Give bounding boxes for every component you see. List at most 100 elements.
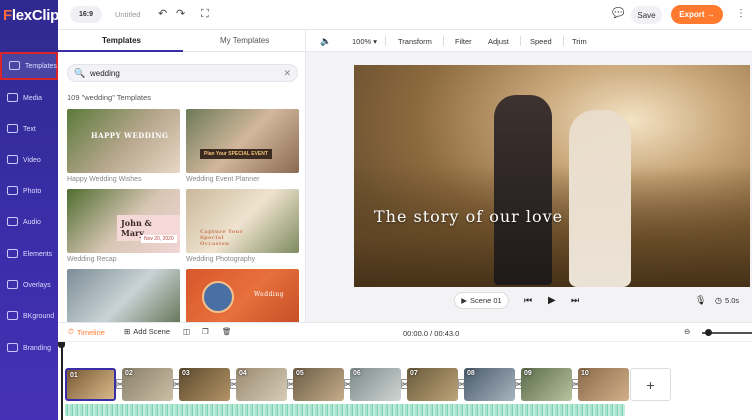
templates-panel: Templates My Templates 🔍 wedding ✕ 109 "… (58, 30, 306, 333)
timeline-clip[interactable]: 07 (407, 368, 458, 401)
result-count: 109 "wedding" Templates (67, 93, 151, 102)
clear-icon[interactable]: ✕ (283, 68, 291, 79)
add-scene-button[interactable]: ⊞ Add Scene (124, 327, 170, 336)
elements-icon (7, 248, 18, 258)
timeline-clip[interactable]: 08 (464, 368, 515, 401)
media-icon (7, 92, 18, 102)
video-preview[interactable]: The story of our love (354, 65, 750, 287)
sidebar-item-row: Video (7, 154, 41, 166)
timeline-track: 01 ⋈ 02 ⋈ 03 ⋈ 04 ⋈ 05 ⋈ 06 ⋈ 07 ⋈ 08 ⋈ 09 ⋈ 10 + (58, 342, 752, 420)
template-thumbnail[interactable]: John & Mary Nov 20, 2020 (67, 189, 180, 253)
sidebar-item-bkground[interactable]: BKground (0, 302, 58, 330)
divider (520, 36, 521, 46)
timeline-clip[interactable]: 01 (65, 368, 116, 401)
timeline-clip[interactable]: 03 (179, 368, 230, 401)
clip-number: 06 (353, 370, 361, 377)
divider (563, 36, 564, 46)
sidebar-item-label: Text (23, 125, 36, 133)
timeline-clip[interactable]: 06 (350, 368, 401, 401)
search-input[interactable]: 🔍 wedding ✕ (67, 64, 298, 82)
sidebar-item-media[interactable]: Media (0, 84, 58, 112)
clip-number: 02 (125, 370, 133, 377)
export-button[interactable]: Export → (671, 5, 723, 24)
split-icon[interactable]: ◫ (183, 327, 190, 336)
playhead[interactable] (61, 342, 63, 420)
add-scene-icon: ⊞ (124, 327, 131, 336)
play-icon[interactable]: ▶ (548, 295, 556, 306)
app-logo: FlexClip (3, 7, 59, 24)
fullscreen-icon[interactable]: ⛶ (201, 8, 209, 20)
undo-icon[interactable]: ↶ (158, 8, 167, 20)
tab-templates[interactable]: Templates (102, 36, 141, 45)
tool-trim[interactable]: Trim (572, 37, 587, 46)
redo-icon[interactable]: ↷ (176, 8, 185, 20)
sidebar-item-video[interactable]: Video (0, 146, 58, 174)
tool-transform[interactable]: Transform (398, 37, 432, 46)
sidebar-item-templates[interactable]: Templates (0, 52, 58, 80)
divider (385, 36, 386, 46)
layers-icon (9, 60, 20, 70)
timeline-toggle[interactable]: ⏱ Timeline (68, 327, 105, 337)
sidebar-item-label: Branding (23, 344, 52, 352)
timeline-clip[interactable]: 04 (236, 368, 287, 401)
audio-waveform-track[interactable] (65, 404, 625, 416)
microphone-icon[interactable]: 🎙 (695, 295, 706, 306)
sidebar-item-overlays[interactable]: Overlays (0, 271, 58, 299)
sidebar-item-row: Media (7, 92, 42, 104)
tool-speed[interactable]: Speed (530, 37, 552, 46)
sidebar-item-row: Branding (7, 342, 52, 354)
clip-number: 03 (182, 370, 190, 377)
volume-icon[interactable]: 🔈 (320, 36, 331, 47)
timeline-clip[interactable]: 05 (293, 368, 344, 401)
search-value: wedding (90, 69, 120, 78)
delete-icon[interactable]: 🗑 (222, 327, 232, 336)
document-title[interactable]: Untitled (115, 10, 140, 19)
timeline-clip[interactable]: 10 (578, 368, 629, 401)
clip-number: 05 (296, 370, 304, 377)
play-scene-button[interactable]: ▶ Scene 01 (454, 292, 509, 309)
sidebar-item-row: Templates (9, 60, 57, 72)
tab-my-templates[interactable]: My Templates (220, 36, 269, 45)
chat-icon[interactable]: 💬 (612, 8, 624, 20)
zoom-slider-handle[interactable] (705, 329, 712, 336)
tool-filter[interactable]: Filter (455, 37, 472, 46)
sidebar-item-audio[interactable]: Audio (0, 208, 58, 236)
zoom-select[interactable]: 100% ▾ (352, 37, 377, 46)
next-icon[interactable]: ⏭ (571, 295, 579, 306)
clip-number: 07 (410, 370, 418, 377)
tool-adjust[interactable]: Adjust (488, 37, 509, 46)
overlays-icon (7, 279, 18, 289)
thumbnail-overlay-text: Plan Your SPECIAL EVENT (200, 149, 272, 159)
template-caption: Wedding Recap (67, 256, 117, 263)
duplicate-icon[interactable]: ❐ (202, 327, 209, 336)
template-thumbnail[interactable]: Plan Your SPECIAL EVENT (186, 109, 299, 173)
timeline-clip[interactable]: 02 (122, 368, 173, 401)
add-scene-plus-button[interactable]: + (630, 368, 671, 401)
clip-number: 10 (581, 370, 589, 377)
sidebar-item-row: Photo (7, 185, 41, 197)
timecode: 00:00.0 / 00:43.0 (403, 329, 460, 338)
template-thumbnail[interactable]: Capture Your Special Occasion (186, 189, 299, 253)
sidebar-item-row: Overlays (7, 279, 51, 291)
sidebar-item-text[interactable]: Text (0, 115, 58, 143)
active-tab-indicator (58, 50, 183, 52)
aspect-ratio-button[interactable]: 16:9 (70, 6, 102, 23)
sidebar-item-elements[interactable]: Elements (0, 240, 58, 268)
sidebar-item-branding[interactable]: Branding (0, 334, 58, 362)
sidebar: FlexClip Templates Media Text Video Photo Aud… (0, 0, 59, 420)
text-icon (7, 123, 18, 133)
scene-duration[interactable]: 5.0s (725, 296, 739, 305)
timeline-clip[interactable]: 09 (521, 368, 572, 401)
template-thumbnail[interactable]: HAPPY WEDDING (67, 109, 180, 173)
timeline-icon: ⏱ (68, 327, 74, 336)
save-button[interactable]: Save (631, 6, 662, 24)
thumbnail-overlay-text: Wedding (254, 291, 285, 298)
preview-caption-text[interactable]: The story of our love (374, 207, 563, 226)
menu-icon[interactable]: ⋮ (736, 8, 746, 20)
clip-number: 01 (70, 372, 78, 379)
thumbnail-overlay-text: HAPPY WEDDING (91, 131, 169, 140)
sidebar-item-photo[interactable]: Photo (0, 177, 58, 205)
zoom-out-icon[interactable]: ⊖ (684, 327, 690, 336)
sidebar-item-row: BKground (7, 310, 54, 322)
previous-icon[interactable]: ⏮ (524, 295, 532, 306)
